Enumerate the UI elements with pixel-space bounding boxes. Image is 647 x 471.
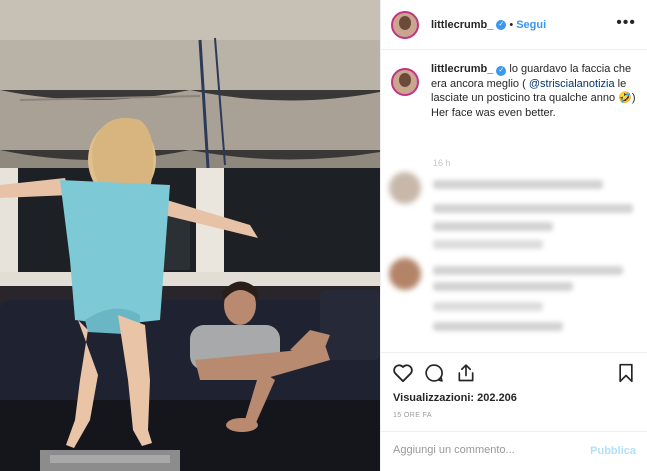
bookmark-icon[interactable] xyxy=(617,363,635,383)
comment-text xyxy=(433,302,543,311)
more-options-icon[interactable]: ••• xyxy=(616,15,636,31)
comment-input[interactable] xyxy=(393,444,573,456)
views-label: Visualizzazioni: xyxy=(393,392,475,404)
comment-text xyxy=(433,204,633,213)
author-username[interactable]: littlecrumb_ xyxy=(431,19,493,31)
post-header: littlecrumb_ ✓ • Segui ••• xyxy=(381,0,647,50)
verified-badge-icon: ✓ xyxy=(496,19,507,30)
comment-text xyxy=(433,180,603,189)
comment-text xyxy=(433,322,563,331)
caption-timestamp: 16 h xyxy=(433,158,451,168)
views-value: 202.206 xyxy=(477,392,517,404)
post-time-ago[interactable]: 15 ORE FA xyxy=(393,412,432,419)
views-count: Visualizzazioni: 202.206 xyxy=(393,392,517,404)
follow-button[interactable]: Segui xyxy=(516,19,546,31)
instagram-post-view: littlecrumb_ ✓ • Segui ••• littlecrumb_ ✓… xyxy=(0,0,647,471)
author-avatar[interactable] xyxy=(391,10,419,39)
comment-text xyxy=(433,282,573,291)
publish-button[interactable]: Pubblica xyxy=(590,445,636,457)
caption-mention-link[interactable]: @striscialanotizia xyxy=(529,78,615,90)
comment-icon[interactable] xyxy=(424,363,444,383)
add-comment-bar: Pubblica xyxy=(381,431,647,471)
caption-avatar[interactable] xyxy=(391,68,419,96)
post-actions xyxy=(381,352,647,394)
comment-avatar[interactable] xyxy=(389,258,421,290)
caption-username[interactable]: littlecrumb_ xyxy=(431,63,493,75)
post-caption: littlecrumb_ ✓ lo guardavo la faccia che … xyxy=(381,62,647,120)
post-sidebar: littlecrumb_ ✓ • Segui ••• littlecrumb_ ✓… xyxy=(380,0,647,471)
post-video[interactable] xyxy=(0,0,380,471)
video-frame-illustration xyxy=(0,0,380,471)
comment-text xyxy=(433,222,553,231)
comment-avatar[interactable] xyxy=(389,172,421,204)
header-separator: • xyxy=(509,18,514,31)
verified-badge-icon: ✓ xyxy=(496,66,507,76)
comment-text xyxy=(433,266,623,275)
comment-text xyxy=(433,240,543,249)
heart-icon[interactable] xyxy=(392,363,414,383)
share-icon[interactable] xyxy=(456,363,476,383)
